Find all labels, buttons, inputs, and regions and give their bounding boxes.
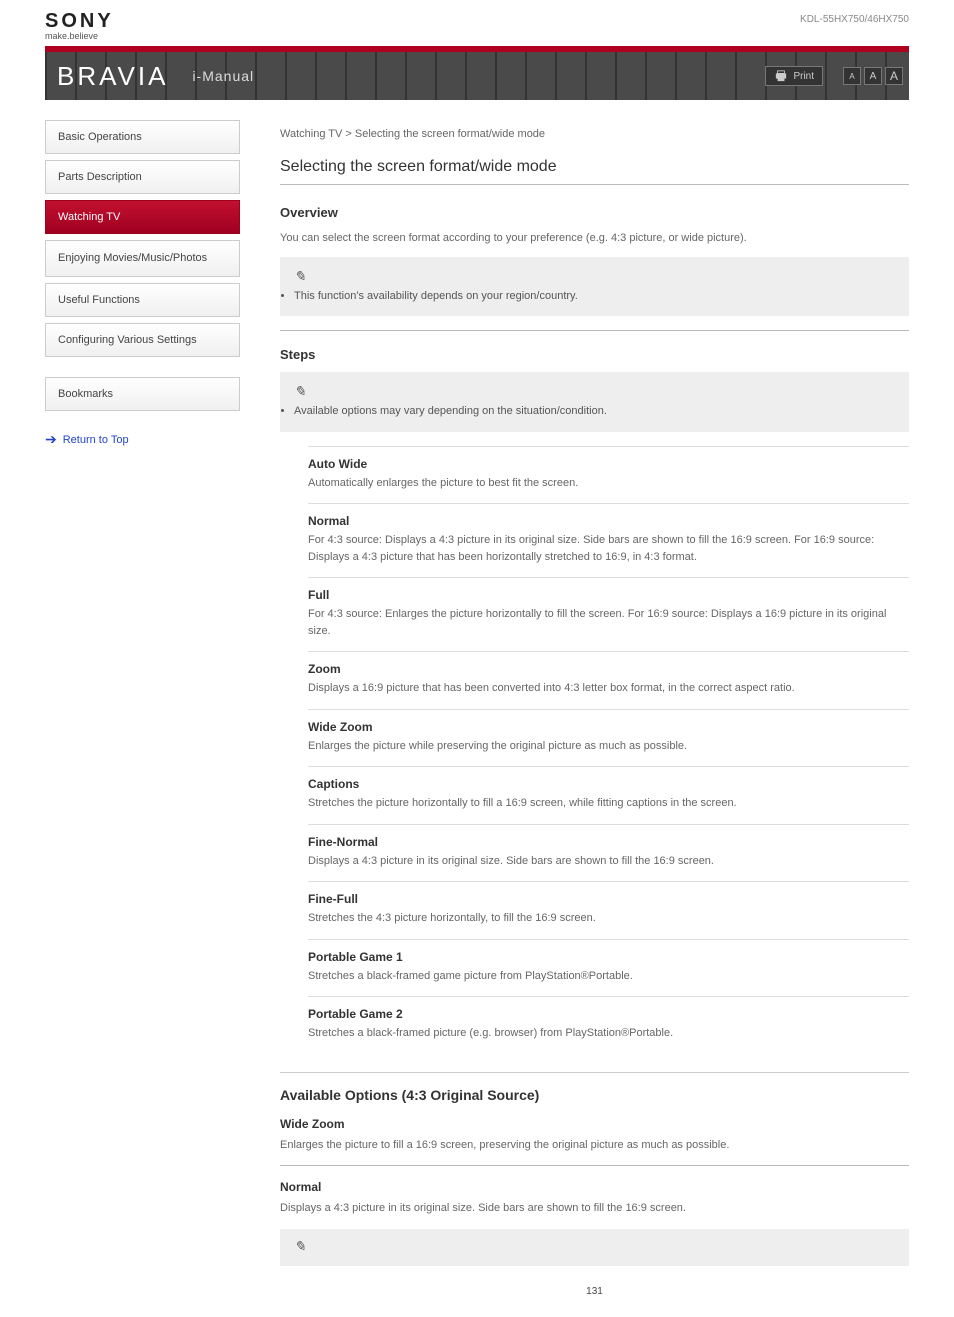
- print-button[interactable]: Print: [765, 66, 823, 86]
- page-number: 131: [280, 1286, 909, 1317]
- option-text: Stretches a black-framed picture (e.g. b…: [308, 1025, 909, 1042]
- title-bar: BRAVIA i-Manual Print A A A: [45, 52, 909, 100]
- note-icon: ✎: [294, 1237, 306, 1258]
- i-manual-label: i-Manual: [192, 68, 254, 84]
- overview-heading: Overview: [280, 205, 909, 220]
- option-wide-zoom: Wide Zoom Enlarges the picture while pre…: [308, 709, 909, 767]
- sidebar-item-movies[interactable]: Enjoying Movies/Music/Photos: [45, 240, 240, 277]
- sidebar-item-useful[interactable]: Useful Functions: [45, 283, 240, 317]
- option-captions: Captions Stretches the picture horizonta…: [308, 766, 909, 824]
- option-title: Captions: [308, 777, 909, 791]
- main-content: Watching TV > Selecting the screen forma…: [280, 120, 909, 1317]
- sidebar-item-label: Enjoying Movies/Music/Photos: [58, 252, 207, 264]
- page-title: Selecting the screen format/wide mode: [280, 158, 909, 185]
- option-title: Auto Wide: [308, 457, 909, 471]
- option-fine-normal: Fine-Normal Displays a 4:3 picture in it…: [308, 824, 909, 882]
- option-text: Displays a 4:3 picture in its original s…: [308, 853, 909, 870]
- brand-logo: SONY make.believe: [45, 10, 114, 41]
- note-icon: ✎: [294, 267, 306, 288]
- option-zoom: Zoom Displays a 16:9 picture that has be…: [308, 651, 909, 709]
- option-title: Zoom: [308, 662, 909, 676]
- option-title: Wide Zoom: [308, 720, 909, 734]
- option-title: Portable Game 2: [308, 1007, 909, 1021]
- options-heading: Available Options (4:3 Original Source): [280, 1072, 909, 1103]
- sidebar.items.11.label: Configuring Various Settings: [58, 334, 197, 346]
- brand-text: SONY: [45, 10, 114, 33]
- option-portable1: Portable Game 1 Stretches a black-framed…: [308, 939, 909, 997]
- option-fine-full: Fine-Full Stretches the 4:3 picture hori…: [308, 881, 909, 939]
- note-box-footer: ✎: [280, 1229, 909, 1266]
- sidebar-item-parts[interactable]: Parts Description: [45, 160, 240, 194]
- option-title: Wide Zoom: [280, 1117, 909, 1131]
- note-icon: ✎: [294, 382, 306, 403]
- font-small-button[interactable]: A: [843, 67, 861, 85]
- font-size-buttons: A A A: [843, 67, 903, 85]
- return-label: Return to Top: [63, 434, 129, 446]
- note-text: This function's availability depends on …: [294, 288, 895, 305]
- sidebar-nav: Basic Operations Parts Description Watch…: [45, 120, 240, 1317]
- option-full: Full For 4:3 source: Enlarges the pictur…: [308, 577, 909, 651]
- option-text: Displays a 16:9 picture that has been co…: [308, 680, 909, 697]
- option-title: Fine-Normal: [308, 835, 909, 849]
- option-text: Stretches a black-framed game picture fr…: [308, 968, 909, 985]
- option-title: Portable Game 1: [308, 950, 909, 964]
- note-box: ✎ This function's availability depends o…: [280, 257, 909, 317]
- option-normal: Normal For 4:3 source: Displays a 4:3 pi…: [308, 503, 909, 577]
- steps-heading: Steps: [280, 347, 909, 362]
- sidebar-item-settings[interactable]: Configuring Various Settings: [45, 323, 240, 357]
- option-text: For 4:3 source: Enlarges the picture hor…: [308, 606, 909, 639]
- note-box: ✎ Available options may vary depending o…: [280, 372, 909, 432]
- font-medium-button[interactable]: A: [864, 67, 882, 85]
- option-portable2: Portable Game 2 Stretches a black-framed…: [308, 996, 909, 1054]
- font-large-button[interactable]: A: [885, 67, 903, 85]
- arrow-right-icon: ➔: [45, 431, 57, 448]
- option-text: Stretches the picture horizontally to fi…: [308, 795, 909, 812]
- product-logo: BRAVIA: [57, 61, 168, 92]
- breadcrumb: Watching TV > Selecting the screen forma…: [280, 128, 909, 140]
- sidebar-item-label: Watching TV: [58, 211, 120, 223]
- sidebar-item-label: Parts Description: [58, 171, 142, 183]
- sidebar-bookmarks[interactable]: Bookmarks: [45, 377, 240, 411]
- note-text: Available options may vary depending on …: [294, 403, 895, 420]
- print-label: Print: [793, 71, 814, 82]
- top-header: SONY make.believe KDL-55HX750/46HX750: [0, 0, 954, 46]
- sidebar-item-watching-tv[interactable]: Watching TV: [45, 200, 240, 234]
- banner: BRAVIA i-Manual Print A A A: [45, 46, 909, 100]
- print-icon: [774, 70, 788, 82]
- option-auto-wide: Auto Wide Automatically enlarges the pic…: [308, 446, 909, 504]
- option-text: Enlarges the picture to fill a 16:9 scre…: [280, 1137, 909, 1154]
- return-to-top-link[interactable]: ➔ Return to Top: [45, 431, 240, 448]
- option-text: For 4:3 source: Displays a 4:3 picture i…: [308, 532, 909, 565]
- model-number: KDL-55HX750/46HX750: [800, 10, 909, 25]
- option-title: Fine-Full: [308, 892, 909, 906]
- option-text: Enlarges the picture while preserving th…: [308, 738, 909, 755]
- sidebar-item-label: Useful Functions: [58, 294, 140, 306]
- option-text: Stretches the 4:3 picture horizontally, …: [308, 910, 909, 927]
- option-text: Automatically enlarges the picture to be…: [308, 475, 909, 492]
- bookmarks-label: Bookmarks: [58, 388, 113, 400]
- option-title: Normal: [280, 1180, 909, 1194]
- overview-text: You can select the screen format accordi…: [280, 230, 909, 247]
- option-title: Full: [308, 588, 909, 602]
- sidebar-item-label: Basic Operations: [58, 131, 142, 143]
- sidebar-item-basic[interactable]: Basic Operations: [45, 120, 240, 154]
- option-title: Normal: [308, 514, 909, 528]
- option-text: Displays a 4:3 picture in its original s…: [280, 1200, 909, 1217]
